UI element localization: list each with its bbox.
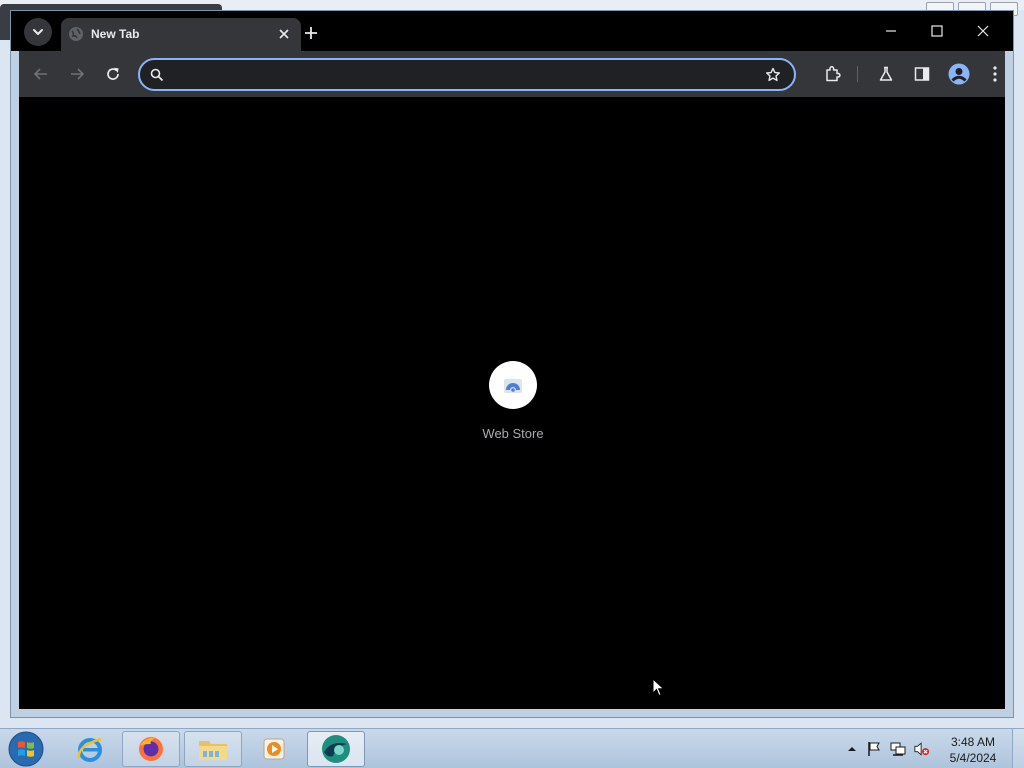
minimize-button[interactable] [871,16,911,46]
clock-time: 3:48 AM [950,735,996,749]
mouse-cursor-icon [652,678,665,697]
back-arrow-icon [33,68,47,80]
taskbar-firefox[interactable] [122,731,180,767]
taskbar-file-explorer[interactable] [184,731,242,767]
extensions-button[interactable] [819,60,847,88]
reload-button[interactable] [99,60,127,88]
firefox-icon [139,737,163,761]
address-bar[interactable] [138,58,796,91]
taskbar: 3:48 AM 5/4/2024 [0,728,1024,768]
plus-icon [305,27,317,39]
extensions-icon [826,65,841,82]
address-input[interactable] [172,65,752,85]
action-center-button[interactable] [866,741,882,757]
maximize-icon [931,25,943,37]
globe-icon [69,27,83,41]
shortcut-tile[interactable] [489,361,537,409]
tab-title: New Tab [91,27,140,41]
bookmark-star-button[interactable] [763,65,783,85]
close-window-button[interactable] [963,16,1003,46]
media-player-icon [263,738,285,760]
taskbar-media-player[interactable] [245,731,303,767]
taskbar-internet-explorer[interactable] [61,731,119,767]
chrome-labs-icon [879,66,893,81]
reload-icon [107,67,119,80]
chrome-window: New Tab Web Store [10,10,1014,718]
show-hidden-icons [848,747,856,751]
new-tab-button[interactable] [299,21,323,45]
tab-new-tab[interactable]: New Tab [61,18,301,51]
volume-button[interactable] [914,741,930,757]
start-button[interactable] [6,730,46,768]
action-center-flag-icon [868,742,880,756]
file-explorer-icon [199,741,227,760]
tab-search-button[interactable] [24,18,52,46]
internet-explorer-icon [77,737,102,762]
back-button[interactable] [27,60,55,88]
titlebar: New Tab [11,11,1013,51]
profile-button[interactable] [945,60,973,88]
maximize-button[interactable] [917,16,957,46]
forward-button[interactable] [63,60,91,88]
star-icon [766,67,780,82]
taskbar-clock[interactable]: 3:48 AM 5/4/2024 [942,734,1004,766]
new-tab-page: Web Store [19,97,1005,709]
side-panel-button[interactable] [908,60,936,88]
side-panel-icon [914,67,930,81]
search-icon [150,68,164,82]
toolbar [19,51,1005,97]
more-menu-icon [993,66,997,82]
close-icon [977,25,989,37]
forward-arrow-icon [71,68,85,80]
volume-muted-icon [914,742,930,756]
toolbar-separator [857,66,858,82]
windows-logo-icon [8,731,44,767]
profile-icon [948,63,970,85]
shortcut-web-store[interactable]: Web Store [465,361,561,461]
chrome-labs-button[interactable] [872,60,900,88]
network-button[interactable] [890,741,906,757]
shortcut-label: Web Store [482,426,544,441]
tab-close-button[interactable] [275,25,293,43]
more-menu-button[interactable] [981,60,1009,88]
browser-app-icon [322,735,350,763]
close-icon [279,29,289,39]
show-desktop-button[interactable] [1012,729,1024,768]
network-icon [890,742,906,756]
clock-date: 5/4/2024 [949,751,997,765]
web-store-icon [504,379,522,393]
show-hidden-icons-button[interactable] [844,741,860,757]
minimize-icon [886,30,896,32]
chevron-down-icon [33,29,43,35]
taskbar-browser-active[interactable] [307,731,365,767]
